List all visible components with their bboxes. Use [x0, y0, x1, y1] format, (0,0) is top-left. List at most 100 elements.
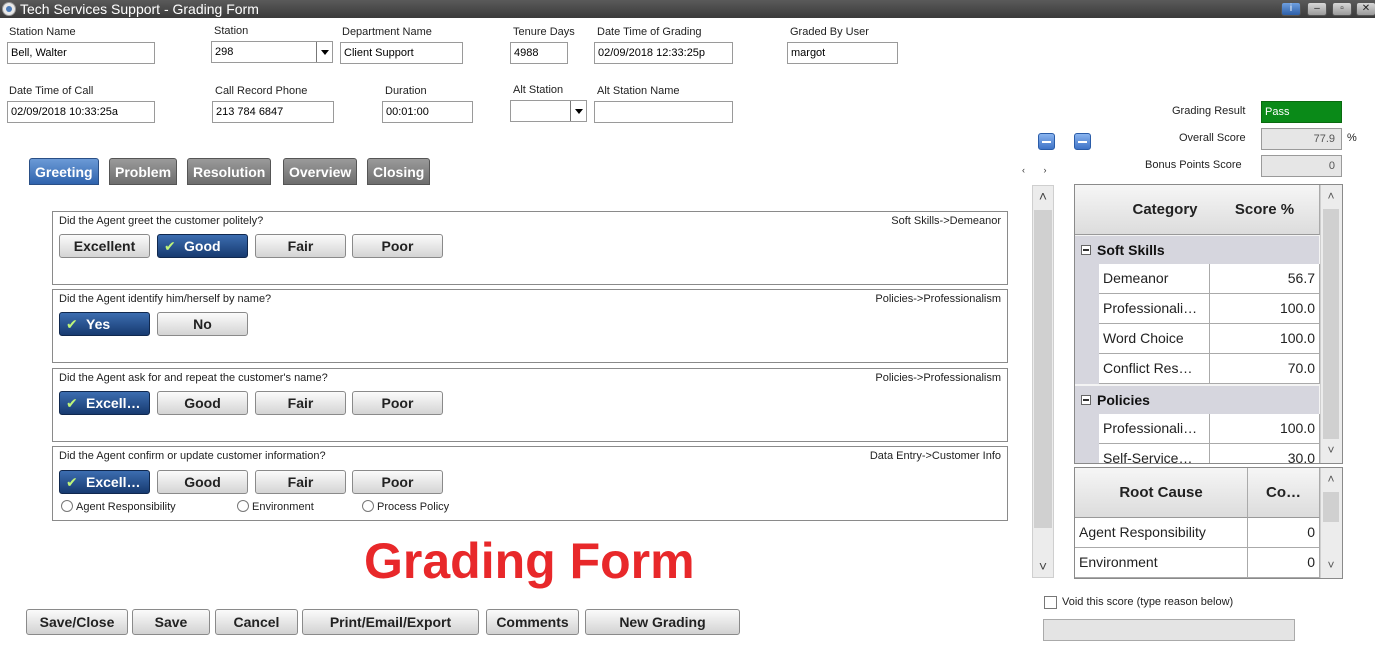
- collapse-group-icon[interactable]: [1074, 133, 1091, 150]
- answer-excellent-button[interactable]: ✔ Excell…: [59, 470, 150, 494]
- tab-problem[interactable]: Problem: [109, 158, 178, 185]
- score-cell[interactable]: 100.0: [1210, 294, 1320, 324]
- help-button[interactable]: i: [1281, 2, 1301, 16]
- collapse-toggle-icon[interactable]: [1081, 395, 1091, 405]
- department-name-label: Department Name: [342, 26, 432, 38]
- answer-label: Excell…: [86, 474, 141, 490]
- root-cause-cell[interactable]: Environment: [1075, 548, 1248, 578]
- date-time-grading-input[interactable]: 02/09/2018 12:33:25p: [594, 42, 733, 64]
- cancel-button[interactable]: Cancel: [215, 609, 298, 635]
- score-cell[interactable]: 56.7: [1210, 264, 1320, 294]
- category-cell[interactable]: Professionali…: [1099, 414, 1210, 444]
- call-record-phone-label: Call Record Phone: [215, 85, 308, 97]
- date-time-call-label: Date Time of Call: [9, 85, 94, 97]
- answer-fair-button[interactable]: Fair: [255, 234, 346, 258]
- radio-agent-responsibility[interactable]: Agent Responsibility: [61, 500, 176, 513]
- question-category: Data Entry->Customer Info: [869, 450, 1001, 462]
- graded-by-input[interactable]: margot: [787, 42, 898, 64]
- radio-environment[interactable]: Environment: [237, 500, 314, 513]
- score-cell[interactable]: 100.0: [1210, 324, 1320, 354]
- score-cell[interactable]: 70.0: [1210, 354, 1320, 384]
- question-text: Did the Agent identify him/herself by na…: [59, 293, 272, 305]
- category-grid-scrollbar[interactable]: ˄ ˅: [1320, 185, 1342, 463]
- grading-result-label: Grading Result: [1172, 105, 1246, 117]
- save-close-button[interactable]: Save/Close: [26, 609, 128, 635]
- tab-overview[interactable]: Overview: [283, 158, 358, 185]
- column-header-root-cause[interactable]: Root Cause: [1075, 468, 1248, 518]
- answer-good-button[interactable]: Good: [157, 470, 248, 494]
- group-label: Policies: [1097, 392, 1150, 408]
- radio-circle[interactable]: [362, 500, 374, 512]
- category-cell[interactable]: Self-Service…: [1099, 444, 1210, 463]
- duration-input[interactable]: 00:01:00: [382, 101, 473, 123]
- column-header-score[interactable]: Score %: [1210, 185, 1320, 235]
- call-record-phone-input[interactable]: 213 784 6847: [212, 101, 334, 123]
- radio-circle[interactable]: [61, 500, 73, 512]
- column-header-count[interactable]: Co…: [1248, 468, 1320, 518]
- comments-button[interactable]: Comments: [486, 609, 579, 635]
- answer-poor-button[interactable]: Poor: [352, 234, 443, 258]
- answer-excellent-button[interactable]: Excellent: [59, 234, 150, 258]
- scroll-down-icon[interactable]: ˅: [1321, 443, 1341, 457]
- root-cause-grid-scrollbar[interactable]: ˄ ˅: [1320, 468, 1342, 578]
- questions-scrollbar[interactable]: ˄ ˅: [1032, 185, 1054, 578]
- department-name-input[interactable]: Client Support: [340, 42, 463, 64]
- count-cell[interactable]: 0: [1248, 518, 1320, 548]
- void-score-checkbox[interactable]: [1044, 596, 1057, 609]
- root-cause-cell[interactable]: Agent Responsibility: [1075, 518, 1248, 548]
- answer-no-button[interactable]: No: [157, 312, 248, 336]
- scroll-down-icon[interactable]: ˅: [1033, 558, 1053, 574]
- answer-fair-button[interactable]: Fair: [255, 391, 346, 415]
- score-cell[interactable]: 30.0: [1210, 444, 1320, 463]
- tab-greeting[interactable]: Greeting: [29, 158, 99, 185]
- row-header-corner: [1075, 185, 1099, 235]
- scrollbar-thumb[interactable]: [1323, 209, 1339, 439]
- alt-station-select[interactable]: [510, 100, 587, 122]
- date-time-call-input[interactable]: 02/09/2018 10:33:25a: [7, 101, 155, 123]
- new-grading-button[interactable]: New Grading: [585, 609, 740, 635]
- category-cell[interactable]: Conflict Res…: [1099, 354, 1210, 384]
- radio-process-policy[interactable]: Process Policy: [362, 500, 449, 513]
- score-cell[interactable]: 100.0: [1210, 414, 1320, 444]
- answer-yes-button[interactable]: ✔ Yes: [59, 312, 150, 336]
- tenure-days-input[interactable]: 4988: [510, 42, 568, 64]
- category-cell[interactable]: Demeanor: [1099, 264, 1210, 294]
- answer-excellent-button[interactable]: ✔ Excell…: [59, 391, 150, 415]
- tab-closing[interactable]: Closing: [367, 158, 431, 185]
- group-soft-skills[interactable]: Soft Skills: [1075, 236, 1319, 264]
- answer-good-button[interactable]: ✔ Good: [157, 234, 248, 258]
- scroll-down-icon[interactable]: ˅: [1321, 558, 1341, 572]
- group-policies[interactable]: Policies: [1075, 386, 1319, 414]
- alt-station-name-input[interactable]: [594, 101, 733, 123]
- category-score-grid: Category Score % Soft Skills Demeanor 56…: [1074, 184, 1343, 464]
- scroll-up-icon[interactable]: ˄: [1321, 189, 1341, 203]
- scroll-up-icon[interactable]: ˄: [1033, 188, 1053, 204]
- restore-button[interactable]: ▫: [1332, 2, 1352, 16]
- station-select[interactable]: 298: [211, 41, 333, 63]
- station-name-input[interactable]: Bell, Walter: [7, 42, 155, 64]
- chevron-down-icon[interactable]: [316, 42, 332, 62]
- close-button[interactable]: ✕: [1356, 2, 1375, 16]
- question-panel-3: Did the Agent ask for and repeat the cus…: [52, 368, 1008, 442]
- print-email-export-button[interactable]: Print/Email/Export: [302, 609, 479, 635]
- scroll-left-right-icon[interactable]: ‹ ›: [1022, 165, 1055, 175]
- chevron-down-icon[interactable]: [570, 101, 586, 121]
- scroll-up-icon[interactable]: ˄: [1321, 472, 1341, 486]
- category-cell[interactable]: Word Choice: [1099, 324, 1210, 354]
- minimize-button[interactable]: –: [1307, 2, 1327, 16]
- answer-poor-button[interactable]: Poor: [352, 470, 443, 494]
- scrollbar-thumb[interactable]: [1034, 210, 1052, 528]
- count-cell[interactable]: 0: [1248, 548, 1320, 578]
- answer-fair-button[interactable]: Fair: [255, 470, 346, 494]
- save-button[interactable]: Save: [132, 609, 210, 635]
- void-reason-input[interactable]: [1043, 619, 1295, 641]
- tab-resolution[interactable]: Resolution: [187, 158, 272, 185]
- collapse-all-icon[interactable]: [1038, 133, 1055, 150]
- radio-circle[interactable]: [237, 500, 249, 512]
- answer-poor-button[interactable]: Poor: [352, 391, 443, 415]
- answer-good-button[interactable]: Good: [157, 391, 248, 415]
- answer-label: Good: [184, 238, 221, 254]
- category-cell[interactable]: Professionali…: [1099, 294, 1210, 324]
- collapse-toggle-icon[interactable]: [1081, 245, 1091, 255]
- scrollbar-thumb[interactable]: [1323, 492, 1339, 522]
